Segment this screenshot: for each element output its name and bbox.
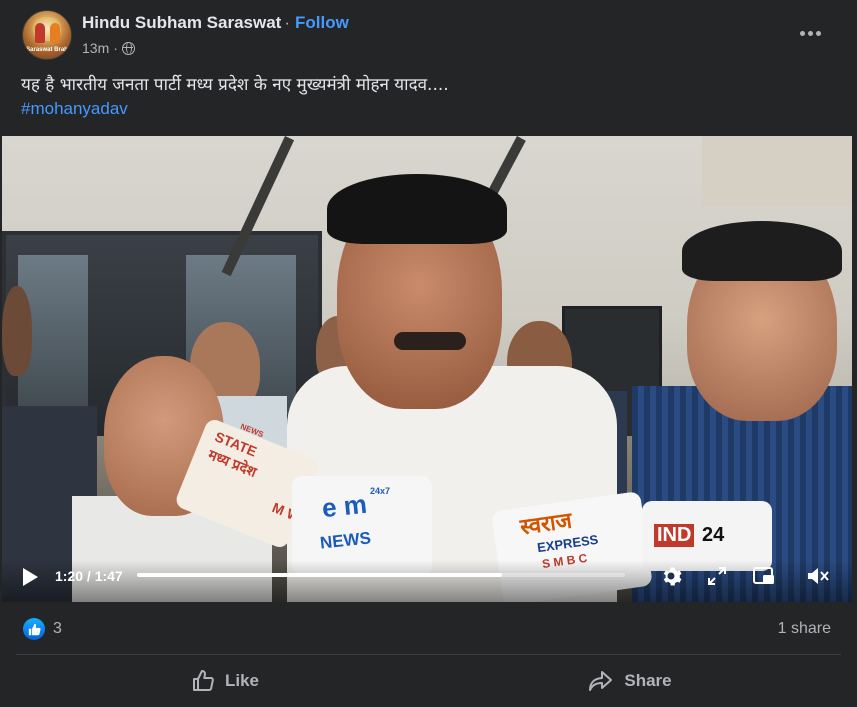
post-meta: 13m · xyxy=(82,39,135,57)
mic-label: e m xyxy=(320,488,369,524)
separator-dot: · xyxy=(284,13,290,32)
avatar-figure xyxy=(50,23,60,43)
avatar-figure xyxy=(35,23,45,43)
mute-icon[interactable] xyxy=(804,562,832,590)
video-progress-bar[interactable] xyxy=(137,573,625,577)
mic-label: 24 xyxy=(702,524,725,546)
author-avatar[interactable]: Saraswat Brah xyxy=(22,10,72,60)
picture-in-picture-icon[interactable] xyxy=(750,562,778,590)
post-timestamp[interactable]: 13m xyxy=(82,40,109,56)
like-label: Like xyxy=(224,671,260,690)
reactions-bar: 3 1 share xyxy=(0,612,857,646)
video-background-ceiling xyxy=(702,136,852,206)
share-button[interactable]: Share xyxy=(565,660,695,702)
mic-label: 24x7 xyxy=(370,486,391,496)
thumbs-up-icon xyxy=(192,670,214,691)
settings-icon[interactable] xyxy=(657,562,685,590)
video-progress-fill xyxy=(137,573,503,577)
globe-icon xyxy=(121,41,135,55)
person-right-hair xyxy=(682,221,842,281)
speaker-hair xyxy=(327,174,507,244)
share-label: Share xyxy=(624,671,672,690)
post-actions: Like Share xyxy=(0,660,857,702)
post-card: Saraswat Brah Hindu Subham Saraswat · Fo… xyxy=(0,0,857,707)
post-text: यह है भारतीय जनता पार्टी मध्य प्रदेश के … xyxy=(21,75,449,95)
author-row: Hindu Subham Saraswat · Follow xyxy=(82,13,349,33)
more-options-icon[interactable] xyxy=(794,19,826,47)
mic-label: IND xyxy=(654,524,695,547)
like-button[interactable]: Like xyxy=(160,660,290,702)
follow-button[interactable]: Follow xyxy=(295,13,349,33)
fullscreen-icon[interactable] xyxy=(703,562,731,590)
dot xyxy=(799,30,805,36)
divider xyxy=(16,654,841,655)
like-count[interactable]: 3 xyxy=(53,620,62,638)
avatar-brand-text: Saraswat Brah xyxy=(26,47,68,53)
separator-dot: · xyxy=(113,40,118,56)
video-controls: 1:20 / 1:47 xyxy=(2,560,852,602)
speaker-moustache xyxy=(394,332,466,350)
share-arrow-icon xyxy=(589,671,613,691)
dot xyxy=(815,30,821,36)
video-time: 1:20 / 1:47 xyxy=(55,568,123,584)
like-reaction-icon[interactable] xyxy=(23,618,45,640)
author-name[interactable]: Hindu Subham Saraswat xyxy=(82,13,281,33)
share-count[interactable]: 1 share xyxy=(778,620,831,638)
background-person xyxy=(2,286,32,376)
video-player[interactable]: STATE NEWS मध्य प्रदेश M W e m 24x7 NEWS… xyxy=(2,136,852,602)
play-icon[interactable] xyxy=(20,566,40,588)
dot xyxy=(807,30,813,36)
hashtag-link[interactable]: #mohanyadav xyxy=(21,97,128,121)
post-header: Saraswat Brah Hindu Subham Saraswat · Fo… xyxy=(0,0,857,66)
